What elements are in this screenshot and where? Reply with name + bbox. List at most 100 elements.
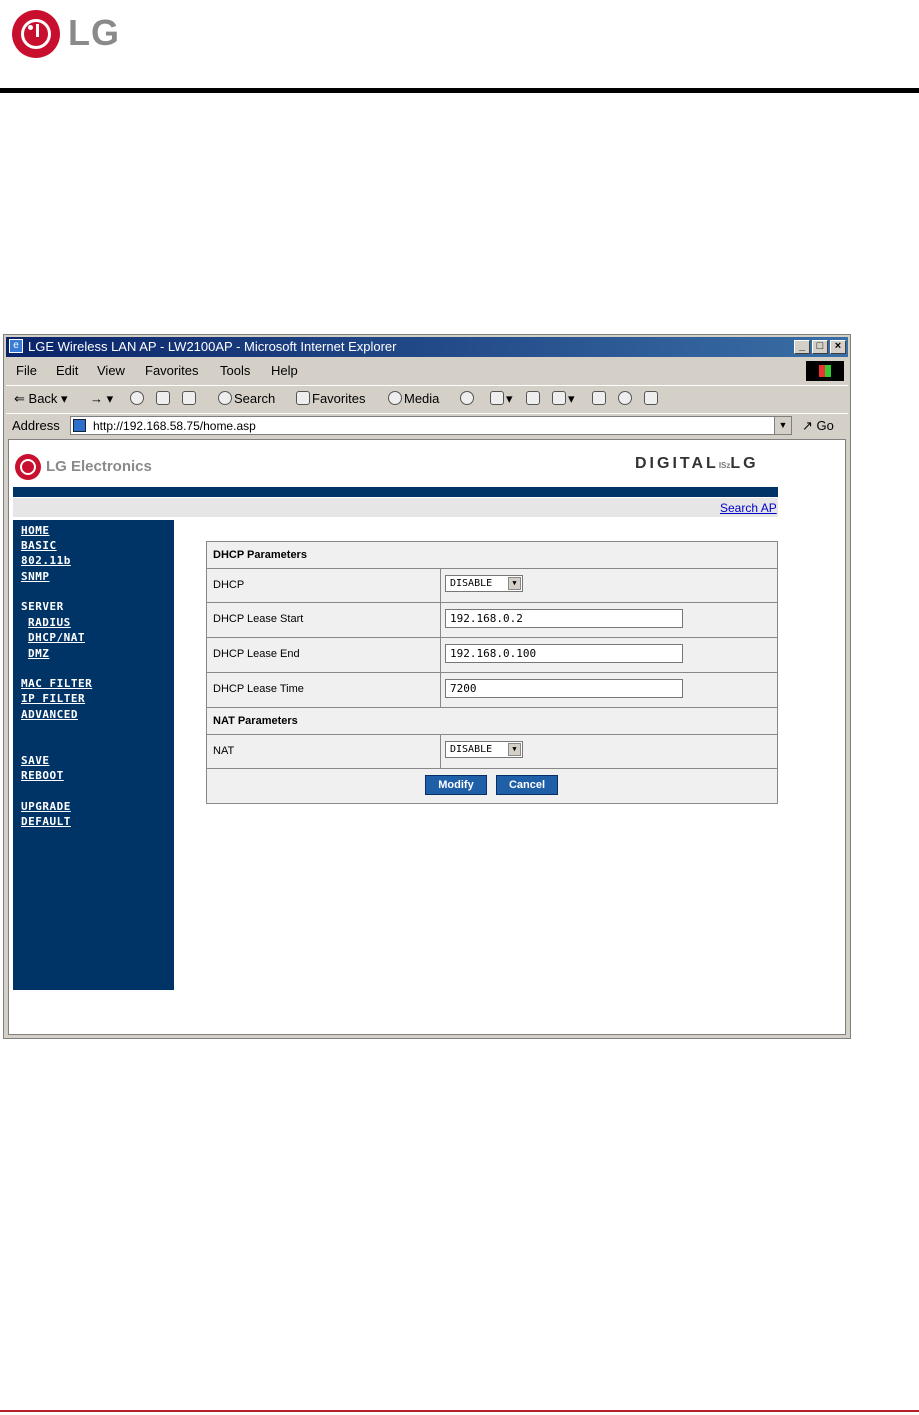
modify-button[interactable]: Modify xyxy=(425,775,487,795)
lease-end-input[interactable]: 192.168.0.100 xyxy=(445,644,683,663)
go-arrow-icon: ↗ xyxy=(802,418,813,433)
search-ap-link[interactable]: Search AP xyxy=(720,501,777,515)
research-button[interactable] xyxy=(644,391,660,406)
maximize-button[interactable]: □ xyxy=(812,340,828,354)
lease-time-input[interactable]: 7200 xyxy=(445,679,683,698)
nav-default[interactable]: DEFAULT xyxy=(21,815,71,828)
minimize-button[interactable]: _ xyxy=(794,340,810,354)
nav-radius[interactable]: RADIUS xyxy=(28,616,71,629)
menu-edit[interactable]: Edit xyxy=(56,363,78,378)
lease-start-label: DHCP Lease Start xyxy=(213,613,304,625)
page-viewport: LG Electronics DIGITALISzLG Search AP HO… xyxy=(8,439,846,1035)
menu-file[interactable]: File xyxy=(16,363,37,378)
edit-icon xyxy=(552,391,566,405)
nat-select[interactable]: DISABLE ▼ xyxy=(445,741,523,758)
sidebar-nav: HOME BASIC 802.11b SNMP SERVER RADIUS DH… xyxy=(13,520,174,990)
nav-dmz[interactable]: DMZ xyxy=(28,647,49,660)
forward-button[interactable]: → ▾ xyxy=(90,391,113,407)
nav-dhcp-nat[interactable]: DHCP/NAT xyxy=(28,631,85,644)
menu-favorites[interactable]: Favorites xyxy=(145,363,198,378)
header-band xyxy=(13,487,778,497)
address-bar: Address http://192.168.58.75/home.asp ▼ … xyxy=(6,413,848,438)
menu-tools[interactable]: Tools xyxy=(220,363,250,378)
nav-server-heading: SERVER xyxy=(21,600,64,613)
nat-section-heading: NAT Parameters xyxy=(213,715,298,727)
nav-reboot[interactable]: REBOOT xyxy=(21,769,64,782)
subheader-band xyxy=(13,498,778,517)
nav-home[interactable]: HOME xyxy=(21,524,50,537)
toolbar: ⇐ Back ▾ → ▾ Search Favorites Media ▾ ▾ xyxy=(6,385,848,412)
media-icon xyxy=(388,391,402,405)
lease-start-input[interactable]: 192.168.0.2 xyxy=(445,609,683,628)
dhcp-row: DHCP DISABLE ▼ xyxy=(207,568,777,602)
close-button[interactable]: × xyxy=(830,340,846,354)
refresh-icon xyxy=(156,391,170,405)
favorites-icon xyxy=(296,391,310,405)
go-button[interactable]: ↗ Go xyxy=(802,418,834,434)
nav-basic[interactable]: BASIC xyxy=(21,539,57,552)
nav-save[interactable]: SAVE xyxy=(21,754,50,767)
favorites-button[interactable]: Favorites xyxy=(296,391,365,406)
nav-upgrade[interactable]: UPGRADE xyxy=(21,800,71,813)
lg-logo-text: LG xyxy=(68,12,120,53)
nav-ip-filter[interactable]: IP FILTER xyxy=(21,692,85,705)
address-input[interactable]: http://192.168.58.75/home.asp ▼ xyxy=(70,416,792,435)
page-icon xyxy=(73,419,86,432)
dhcp-section-heading: DHCP Parameters xyxy=(213,549,307,561)
edit-button[interactable]: ▾ xyxy=(552,391,575,407)
window-title: LGE Wireless LAN AP - LW2100AP - Microso… xyxy=(28,339,397,354)
nav-snmp[interactable]: SNMP xyxy=(21,570,50,583)
print-button[interactable] xyxy=(526,391,542,406)
chevron-down-icon: ▼ xyxy=(508,577,521,590)
discuss-button[interactable] xyxy=(592,391,608,406)
back-button[interactable]: ⇐ Back ▾ xyxy=(14,391,68,407)
footer-rule xyxy=(0,1410,919,1412)
action-row: Modify Cancel xyxy=(207,768,777,803)
stop-button[interactable] xyxy=(130,391,146,406)
stop-icon xyxy=(130,391,144,405)
digital-lg-logo: DIGITALISzLG xyxy=(635,455,759,472)
menu-help[interactable]: Help xyxy=(271,363,298,378)
lease-time-row: DHCP Lease Time 7200 xyxy=(207,672,777,707)
lease-end-row: DHCP Lease End 192.168.0.100 xyxy=(207,637,777,672)
dhcp-label: DHCP xyxy=(213,579,245,591)
lg-logo-icon xyxy=(12,10,60,58)
discuss-icon xyxy=(592,391,606,405)
lease-end-label: DHCP Lease End xyxy=(213,648,300,660)
nav-mac-filter[interactable]: MAC FILTER xyxy=(21,677,92,690)
nat-section-row: NAT Parameters xyxy=(207,707,777,734)
nav-802-11b[interactable]: 802.11b xyxy=(21,554,71,567)
dhcp-select[interactable]: DISABLE ▼ xyxy=(445,575,523,592)
mail-icon xyxy=(490,391,504,405)
cancel-button[interactable]: Cancel xyxy=(496,775,558,795)
search-icon xyxy=(218,391,232,405)
search-button[interactable]: Search xyxy=(218,391,275,406)
ie-icon: e xyxy=(9,339,23,353)
history-icon xyxy=(460,391,474,405)
brand-text: LG Electronics xyxy=(46,458,152,475)
home-icon xyxy=(182,391,196,405)
media-button[interactable]: Media xyxy=(388,391,439,406)
history-button[interactable] xyxy=(460,391,476,406)
nat-label: NAT xyxy=(213,745,235,757)
lease-time-label: DHCP Lease Time xyxy=(213,683,304,695)
nat-row: NAT DISABLE ▼ xyxy=(207,734,777,768)
print-icon xyxy=(526,391,540,405)
title-bar: e LGE Wireless LAN AP - LW2100AP - Micro… xyxy=(6,337,848,357)
messenger-icon xyxy=(618,391,632,405)
header-rule xyxy=(0,88,919,93)
address-dropdown-button[interactable]: ▼ xyxy=(774,417,791,434)
dhcp-parameters-table: DHCP Parameters DHCP DISABLE ▼ DHCP Leas… xyxy=(206,541,778,804)
dhcp-section-row: DHCP Parameters xyxy=(207,542,777,568)
menu-view[interactable]: View xyxy=(97,363,125,378)
address-url: http://192.168.58.75/home.asp xyxy=(93,419,256,433)
home-button[interactable] xyxy=(182,391,198,406)
nav-advanced[interactable]: ADVANCED xyxy=(21,708,78,721)
research-icon xyxy=(644,391,658,405)
lease-start-row: DHCP Lease Start 192.168.0.2 xyxy=(207,602,777,637)
back-arrow-icon: ⇐ xyxy=(14,391,25,406)
messenger-button[interactable] xyxy=(618,391,634,406)
windows-logo-icon xyxy=(806,361,844,381)
mail-button[interactable]: ▾ xyxy=(490,391,513,407)
refresh-button[interactable] xyxy=(156,391,172,406)
